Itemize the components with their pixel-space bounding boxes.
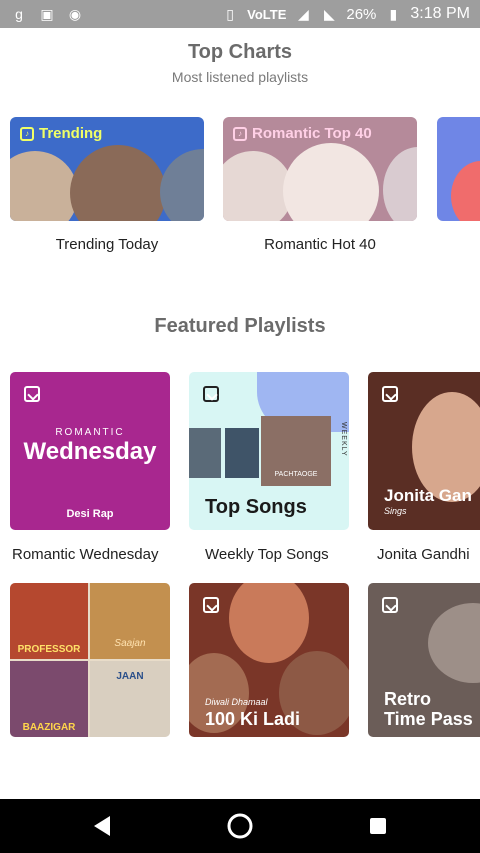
chart-card-romantic[interactable]: ♪ Romantic Top 40 <box>223 117 417 221</box>
saavn-logo-icon <box>203 386 219 402</box>
g-icon: g <box>15 6 23 22</box>
artist-photo <box>283 143 379 221</box>
chart-badge: ♪ Romantic Top 40 <box>233 125 372 142</box>
top-charts-title: Top Charts <box>187 41 293 63</box>
chart-badge-text: Trending <box>39 125 103 142</box>
playlist-card-jonita-gandhi[interactable]: Jonita Gan Sings <box>368 372 480 530</box>
poster-thumb <box>225 428 259 478</box>
signal-icon: ◢ <box>297 5 309 22</box>
chart-card-partial[interactable] <box>437 117 480 221</box>
poster-text: PACHTAOGE <box>274 471 318 478</box>
artist-photo <box>451 161 480 221</box>
circle-icon: ◉ <box>68 5 82 22</box>
saavn-logo-icon <box>203 597 219 613</box>
navigation-bar <box>0 799 480 853</box>
network-label: VoLTE <box>247 6 287 22</box>
art-title: 100 Ki Ladi <box>205 709 301 729</box>
art-side: WEEKLY <box>340 422 347 457</box>
playlist-card-romantic-wednesday[interactable]: ROMANTIC Wednesday Desi Rap <box>10 372 170 530</box>
chart-card-trending[interactable]: ♪ Trending <box>10 117 204 221</box>
art-kicker: ROMANTIC <box>55 427 125 438</box>
poster-thumb: JAAN <box>90 661 170 737</box>
playlist-label[interactable]: Romantic Wednesday <box>12 546 158 563</box>
playlist-label[interactable]: Jonita Gandhi <box>377 546 470 563</box>
art-kicker: Diwali Dhamaal <box>205 697 268 707</box>
saavn-logo-icon: ♪ <box>233 126 247 141</box>
art-sub: Desi Rap <box>66 508 114 520</box>
saavn-logo-icon: ♪ <box>20 126 34 141</box>
artist-photo <box>383 147 417 221</box>
chart-badge: ♪ Trending <box>20 125 102 142</box>
status-bar: g ▣ ◉ ▯ VoLTE ◢ ◣ 26% ▮ 3:18 PM <box>0 0 480 28</box>
chart-label[interactable]: Trending Today <box>10 236 204 253</box>
artist-photo <box>10 151 78 221</box>
signal-icon-2: ◣ <box>323 5 335 22</box>
playlist-card-100-ki-ladi[interactable]: Diwali Dhamaal 100 Ki Ladi <box>189 583 349 737</box>
playlist-card-weekly-top-songs[interactable]: PACHTAOGE WEEKLY Top Songs <box>189 372 349 530</box>
artist-photo <box>70 145 166 221</box>
artist-photo <box>160 149 204 221</box>
poster-thumb <box>189 428 221 478</box>
art-title-line2: Time Pass <box>384 709 473 729</box>
artist-photo <box>229 583 309 663</box>
home-icon[interactable] <box>226 812 254 840</box>
poster-thumb: Saajan <box>90 583 170 659</box>
vibrate-icon: ▯ <box>226 5 234 22</box>
playlist-card-retro-time-pass[interactable]: Retro Time Pass <box>368 583 480 737</box>
poster-text: Saajan <box>114 638 146 649</box>
poster-text: PROFESSOR <box>17 644 81 655</box>
battery-icon: ▮ <box>389 5 398 22</box>
clock: 3:18 PM <box>410 5 470 22</box>
playlist-card-90s-collage[interactable]: PROFESSOR Saajan BAAZIGAR JAAN <box>10 583 170 737</box>
top-charts-subtitle: Most listened playlists <box>171 69 309 85</box>
gramophone-art <box>428 603 480 683</box>
image-icon: ▣ <box>40 5 54 22</box>
back-icon[interactable] <box>88 812 116 840</box>
saavn-logo-icon <box>382 386 398 402</box>
poster-main: PACHTAOGE <box>261 416 331 486</box>
playlist-label[interactable]: Weekly Top Songs <box>205 546 329 563</box>
poster-thumb: BAAZIGAR <box>10 661 88 737</box>
chart-badge-text: Romantic Top 40 <box>252 125 372 142</box>
chart-label[interactable]: Romantic Hot 40 <box>223 236 417 253</box>
battery-percent: 26% <box>346 5 377 23</box>
poster-text: JAAN <box>116 671 144 682</box>
art-title: Wednesday <box>23 438 157 465</box>
recents-icon[interactable] <box>364 812 392 840</box>
poster-text: BAAZIGAR <box>22 722 76 733</box>
saavn-logo-icon <box>24 386 40 402</box>
poster-thumb: PROFESSOR <box>10 583 88 659</box>
art-sub: Sings <box>384 506 407 516</box>
featured-title: Featured Playlists <box>154 315 326 337</box>
art-title-line1: Retro <box>384 689 432 709</box>
saavn-logo-icon <box>382 597 398 613</box>
art-title: Jonita Gan <box>384 486 472 505</box>
art-title: Top Songs <box>205 496 307 518</box>
